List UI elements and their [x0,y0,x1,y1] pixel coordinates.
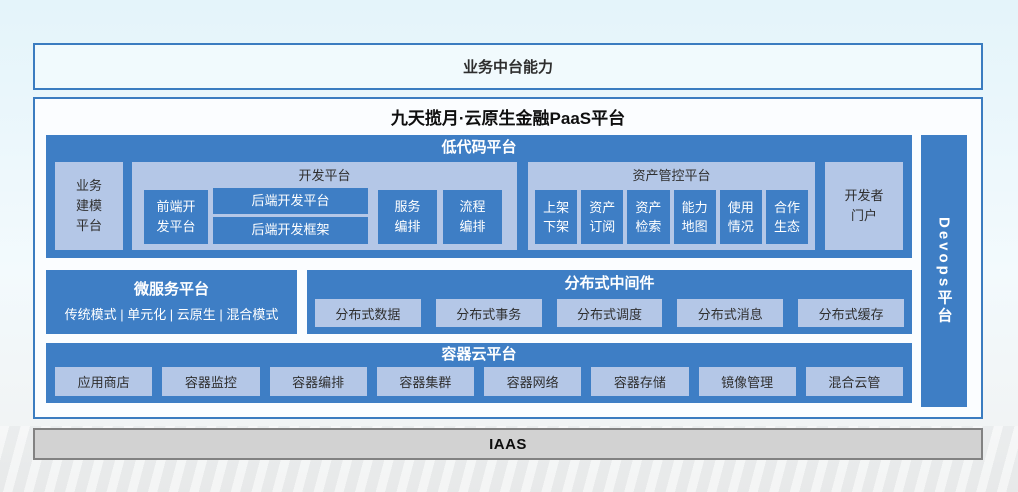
asset-item: 资产 订阅 [581,190,623,244]
container-item: 容器网络 [484,367,581,396]
box-process-orchestration: 流程 编排 [443,190,502,244]
panel-asset-control-platform: 资产管控平台 上架 下架资产 订阅资产 检索能力 地图使用 情况合作 生态 [528,162,815,250]
middleware-item: 分布式数据 [315,299,421,327]
section-lowcode-platform: 低代码平台 业务 建模 平台 开发平台 前端开 发平台 后端开发平台 后端开发框… [46,135,912,258]
iaas-label: IAAS [489,436,527,453]
asset-item: 上架 下架 [535,190,577,244]
asset-item: 能力 地图 [674,190,716,244]
platform-title: 九天揽月·云原生金融PaaS平台 [35,104,981,129]
iaas-bar: IAAS [33,428,983,460]
box-business-modeling-platform: 业务 建模 平台 [55,162,123,250]
container-item: 镜像管理 [699,367,796,396]
lowcode-title: 低代码平台 [46,135,912,160]
business-midplatform-banner: 业务中台能力 [33,43,983,90]
section-microservice-platform: 微服务平台 传统模式 | 单元化 | 云原生 | 混合模式 [46,270,297,334]
section-container-cloud-platform: 容器云平台 应用商店容器监控容器编排容器集群容器网络容器存储镜像管理混合云管 [46,343,912,403]
middleware-title: 分布式中间件 [307,270,912,294]
middleware-item: 分布式缓存 [798,299,904,327]
container-title: 容器云平台 [46,343,912,365]
box-backend-dev-framework: 后端开发框架 [213,217,368,244]
microservice-modes: 传统模式 | 单元化 | 云原生 | 混合模式 [46,304,297,323]
asset-items: 上架 下架资产 订阅资产 检索能力 地图使用 情况合作 生态 [535,190,808,244]
devops-label: Devops平台 [934,217,955,325]
container-items: 应用商店容器监控容器编排容器集群容器网络容器存储镜像管理混合云管 [55,367,903,396]
container-item: 应用商店 [55,367,152,396]
box-backend-dev-platform: 后端开发平台 [213,188,368,214]
middleware-item: 分布式调度 [557,299,663,327]
container-item: 容器集群 [377,367,474,396]
middleware-items: 分布式数据分布式事务分布式调度分布式消息分布式缓存 [315,299,904,327]
middleware-item: 分布式事务 [436,299,542,327]
asset-platform-title: 资产管控平台 [528,162,815,188]
middleware-item: 分布式消息 [677,299,783,327]
dev-platform-title: 开发平台 [132,162,517,188]
container-item: 容器监控 [162,367,259,396]
microservice-title: 微服务平台 [46,278,297,299]
box-service-orchestration: 服务 编排 [378,190,437,244]
business-midplatform-label: 业务中台能力 [463,56,553,77]
paas-platform-box: 九天揽月·云原生金融PaaS平台 低代码平台 业务 建模 平台 开发平台 前端开… [33,97,983,419]
box-developer-portal: 开发者 门户 [825,162,903,250]
panel-dev-platform: 开发平台 前端开 发平台 后端开发平台 后端开发框架 服务 编排 流程 编排 [132,162,517,250]
asset-item: 使用 情况 [720,190,762,244]
asset-item: 合作 生态 [766,190,808,244]
asset-item: 资产 检索 [627,190,669,244]
box-frontend-dev-platform: 前端开 发平台 [144,190,208,244]
container-item: 混合云管 [806,367,903,396]
container-item: 容器存储 [591,367,688,396]
bar-devops-platform: Devops平台 [921,135,967,407]
section-distributed-middleware: 分布式中间件 分布式数据分布式事务分布式调度分布式消息分布式缓存 [307,270,912,334]
slide-canvas: 业务中台能力 九天揽月·云原生金融PaaS平台 低代码平台 业务 建模 平台 开… [0,0,1018,492]
container-item: 容器编排 [270,367,367,396]
